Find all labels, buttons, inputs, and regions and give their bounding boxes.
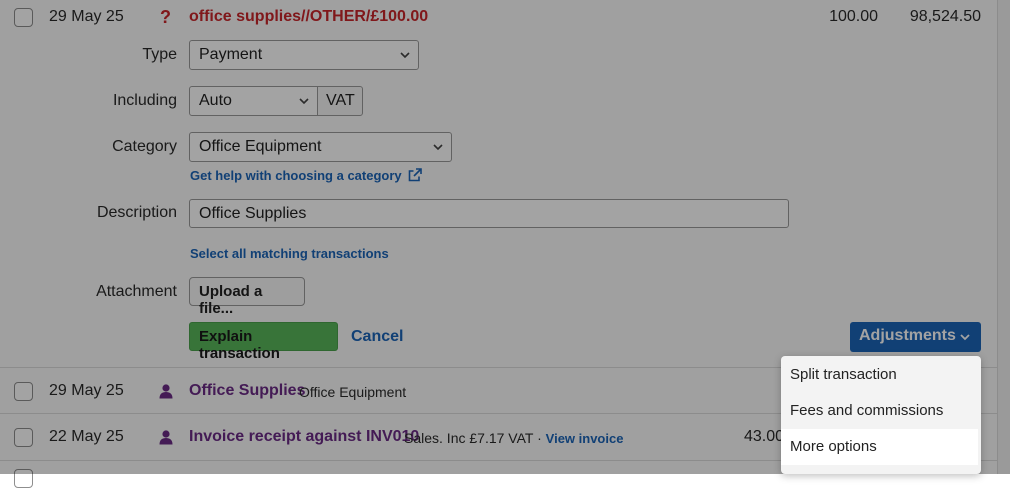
unexplained-mark-icon: ? bbox=[160, 7, 171, 27]
transaction-title[interactable]: Invoice receipt against INV010 bbox=[189, 428, 419, 446]
transaction-checkbox[interactable] bbox=[14, 8, 33, 27]
menu-item-fees-and-commissions[interactable]: Fees and commissions bbox=[781, 393, 978, 429]
select-matching-link[interactable]: Select all matching transactions bbox=[190, 246, 389, 261]
transaction-date: 29 May 25 bbox=[49, 382, 124, 399]
external-link-icon bbox=[408, 168, 423, 182]
transaction-amount: 43.00 bbox=[743, 428, 784, 445]
scrollbar-track[interactable] bbox=[997, 0, 1010, 474]
chevron-down-icon bbox=[299, 98, 309, 105]
view-invoice-link[interactable]: View invoice bbox=[546, 431, 624, 446]
type-label: Type bbox=[142, 46, 177, 63]
person-icon bbox=[159, 384, 173, 399]
type-select-value: Payment bbox=[199, 46, 263, 63]
description-label: Description bbox=[96, 204, 177, 221]
transaction-detail: Office Equipment bbox=[299, 384, 407, 400]
adjustments-button-label: Adjustments bbox=[859, 327, 956, 344]
upload-file-button[interactable]: Upload a file... bbox=[189, 277, 305, 317]
menu-item-split-transaction[interactable]: Split transaction bbox=[781, 357, 978, 393]
adjustments-button[interactable]: Adjustments bbox=[850, 322, 981, 352]
adjustments-menu: Split transaction Fees and commissions M… bbox=[781, 356, 981, 474]
type-select[interactable]: Payment bbox=[189, 40, 419, 70]
chevron-down-icon bbox=[960, 334, 970, 341]
chevron-down-icon bbox=[433, 144, 443, 151]
menu-item-more-options[interactable]: More options bbox=[781, 429, 978, 465]
transaction-checkbox[interactable] bbox=[14, 382, 33, 401]
transaction-detail-text: Sales. Inc £7.17 VAT · bbox=[404, 430, 546, 446]
person-icon bbox=[159, 430, 173, 445]
description-field[interactable]: Office Supplies bbox=[189, 199, 789, 228]
category-select[interactable]: Office Equipment bbox=[189, 132, 452, 162]
attachment-label: Attachment bbox=[96, 283, 177, 300]
transaction-title[interactable]: office supplies//OTHER/£100.00 bbox=[189, 8, 428, 26]
category-help-link-text: Get help with choosing a category bbox=[190, 168, 402, 183]
chevron-down-icon bbox=[400, 52, 410, 59]
category-help-link[interactable]: Get help with choosing a category bbox=[190, 168, 423, 183]
transaction-title[interactable]: Office Supplies bbox=[189, 382, 305, 400]
transaction-date: 29 May 25 bbox=[49, 8, 124, 25]
including-label: Including bbox=[112, 92, 177, 109]
transaction-checkbox[interactable] bbox=[14, 469, 33, 488]
transaction-date: 22 May 25 bbox=[49, 428, 124, 445]
category-label: Category bbox=[112, 138, 177, 155]
cancel-link[interactable]: Cancel bbox=[351, 328, 403, 346]
transaction-checkbox[interactable] bbox=[14, 428, 33, 447]
transaction-balance: 98,524.50 bbox=[909, 8, 981, 25]
transaction-amount: 100.00 bbox=[829, 8, 878, 25]
category-select-value: Office Equipment bbox=[199, 138, 322, 155]
including-select-value: Auto bbox=[199, 92, 232, 109]
vat-addon: VAT bbox=[317, 86, 363, 116]
including-select[interactable]: Auto bbox=[189, 86, 318, 116]
transaction-detail: Sales. Inc £7.17 VAT · View invoice bbox=[404, 430, 623, 446]
explain-transaction-button[interactable]: Explain transaction bbox=[189, 322, 338, 362]
